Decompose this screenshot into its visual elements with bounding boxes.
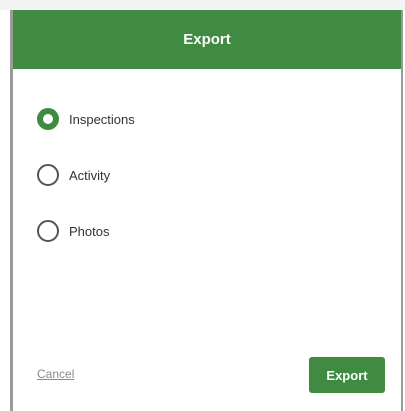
background-strip [0, 0, 405, 10]
option-activity[interactable]: Activity [37, 164, 135, 186]
option-label-activity: Activity [69, 167, 111, 183]
dialog-title: Export [183, 31, 231, 48]
radio-button-selected[interactable] [37, 108, 59, 130]
option-label-inspections: Inspections [69, 111, 135, 127]
option-inspections[interactable]: Inspections [37, 108, 135, 130]
option-label-photos: Photos [69, 223, 110, 239]
radio-button[interactable] [37, 164, 59, 186]
export-dialog: Export Inspections Activity Photos Cance… [10, 10, 403, 411]
radio-button[interactable] [37, 220, 59, 242]
cancel-button[interactable]: Cancel [37, 367, 74, 381]
export-options: Inspections Activity Photos [37, 108, 135, 242]
export-button[interactable]: Export [309, 357, 385, 393]
page: Export Inspections Activity Photos Cance… [0, 0, 405, 411]
dialog-header: Export [13, 10, 401, 69]
option-photos[interactable]: Photos [37, 220, 135, 242]
